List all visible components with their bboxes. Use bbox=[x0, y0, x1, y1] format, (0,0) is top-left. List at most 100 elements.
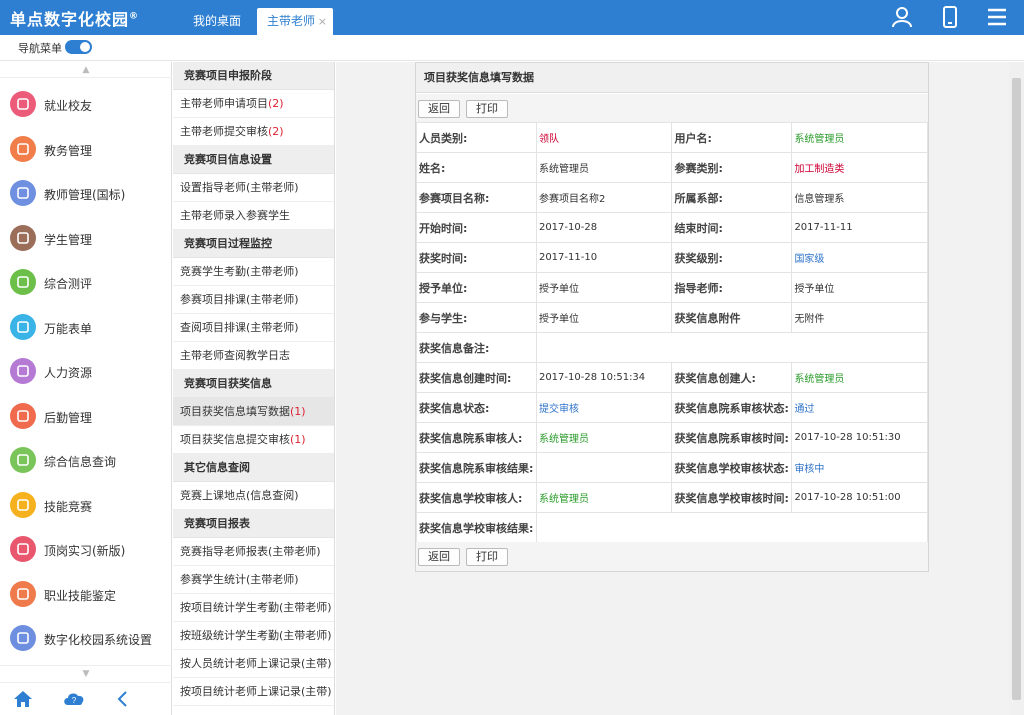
field-label: 所属系部: bbox=[671, 182, 793, 213]
field-value: 审核中 bbox=[791, 452, 928, 483]
submenu-label: 竞赛项目过程监控 bbox=[184, 237, 272, 250]
submenu-item[interactable]: 按人员统计老师上课记录(主带) bbox=[173, 650, 334, 678]
submenu-count: (1) bbox=[290, 405, 306, 418]
submenu-item[interactable]: 参赛学生统计(主带老师) bbox=[173, 566, 334, 594]
submenu-label: 设置指导老师(主带老师) bbox=[180, 181, 299, 194]
field-label: 获奖时间: bbox=[416, 242, 537, 273]
detail-row: 获奖时间: 2017-11-10 获奖级别: 国家级 bbox=[416, 242, 928, 273]
field-label: 获奖信息院系审核人: bbox=[416, 422, 537, 453]
top-bar: 单点数字化校园® 我的桌面 主带老师 × bbox=[0, 0, 1024, 35]
sidebar-item-icon bbox=[10, 313, 36, 340]
submenu-item[interactable]: 主带老师提交审核(2) bbox=[173, 118, 334, 146]
detail-row: 获奖信息学校审核结果: bbox=[416, 512, 929, 543]
detail-row: 开始时间: 2017-10-28 结束时间: 2017-11-11 bbox=[416, 212, 928, 243]
user-icon[interactable] bbox=[889, 5, 915, 29]
sidebar-item-label: 学生管理 bbox=[44, 232, 93, 247]
scroll-down-icon[interactable]: ▼ bbox=[0, 665, 172, 681]
menu-icon[interactable] bbox=[984, 5, 1010, 29]
sidebar-item[interactable]: 就业校友 bbox=[0, 84, 172, 128]
field-value: 授予单位 bbox=[535, 272, 673, 303]
submenu-label: 按项目统计学生考勤(主带老师) bbox=[180, 601, 332, 614]
submenu-item[interactable]: 按项目统计老师上课记录(主带) bbox=[173, 678, 334, 706]
back-button[interactable]: 返回 bbox=[418, 100, 460, 118]
submenu-item[interactable]: 竞赛学生考勤(主带老师) bbox=[173, 258, 334, 286]
home-icon[interactable] bbox=[12, 689, 34, 712]
submenu-item[interactable]: 主带老师申请项目(2) bbox=[173, 90, 334, 118]
submenu-item[interactable]: 主带老师查阅教学日志 bbox=[173, 342, 334, 370]
field-label: 参赛类别: bbox=[671, 152, 793, 183]
sidebar-item-label: 技能竞赛 bbox=[44, 499, 93, 514]
sidebar-item[interactable]: 技能竞赛 bbox=[0, 485, 172, 529]
submenu-item[interactable]: 设置指导老师(主带老师) bbox=[173, 174, 334, 202]
field-value: 国家级 bbox=[791, 242, 928, 273]
submenu-section-header: 竞赛项目过程监控 bbox=[173, 230, 334, 258]
sidebar-item-icon bbox=[10, 135, 36, 162]
sidebar-item[interactable]: 后勤管理 bbox=[0, 396, 172, 440]
sidebar-item[interactable]: 职业技能鉴定 bbox=[0, 574, 172, 618]
sidebar-item[interactable]: 顶岗实习(新版) bbox=[0, 529, 172, 573]
field-value: 系统管理员 bbox=[535, 482, 673, 513]
sidebar-item-label: 人力资源 bbox=[44, 366, 93, 380]
scrollbar-thumb[interactable] bbox=[1012, 78, 1021, 700]
sidebar-item-label: 教务管理 bbox=[44, 143, 93, 158]
tab-lead-teacher[interactable]: 主带老师 × bbox=[257, 8, 333, 35]
detail-panel: 项目获奖信息填写数据 返回 打印 人员类别: 领队 用户名: 系统管理员 姓名: 系统管理… bbox=[415, 62, 929, 572]
print-button[interactable]: 打印 bbox=[466, 100, 508, 118]
field-value: 授予单位 bbox=[791, 272, 928, 303]
sidebar-item-icon bbox=[10, 491, 36, 518]
svg-text:?: ? bbox=[72, 696, 77, 705]
close-icon[interactable]: × bbox=[318, 8, 327, 35]
submenu-item[interactable]: 项目获奖信息提交审核(1) bbox=[173, 426, 334, 454]
sidebar-item[interactable]: 教师管理(国标) bbox=[0, 173, 172, 217]
submenu-item[interactable]: 按班级统计学生考勤(主带老师) bbox=[173, 622, 334, 650]
field-value bbox=[535, 512, 929, 543]
field-value bbox=[535, 332, 929, 363]
field-value: 系统管理员 bbox=[791, 122, 928, 153]
field-value: 参赛项目名称2 bbox=[535, 182, 673, 213]
collapse-icon[interactable] bbox=[115, 689, 131, 712]
field-value: 加工制造类 bbox=[791, 152, 928, 183]
detail-row: 参赛项目名称: 参赛项目名称2 所属系部: 信息管理系 bbox=[416, 182, 928, 213]
field-value: 无附件 bbox=[791, 302, 928, 333]
scroll-up-icon[interactable]: ▲ bbox=[0, 62, 172, 78]
field-value: 2017-10-28 10:51:00 bbox=[791, 482, 928, 513]
submenu-section-header: 竞赛项目获奖信息 bbox=[173, 370, 334, 398]
sidebar: ▲ 就业校友教务管理教师管理(国标) 学生管理综合测评 万能表单人力资源后勤管理 综合… bbox=[0, 62, 172, 715]
sidebar-item-icon bbox=[10, 536, 36, 562]
sidebar-item[interactable]: 学生管理 bbox=[0, 218, 172, 262]
tab-my-desktop[interactable]: 我的桌面 bbox=[178, 8, 256, 35]
field-label: 姓名: bbox=[416, 152, 537, 183]
field-label: 获奖信息备注: bbox=[416, 332, 537, 363]
sidebar-item[interactable]: 综合测评 bbox=[0, 262, 172, 306]
sidebar-item[interactable]: 综合信息查询 bbox=[0, 440, 172, 484]
sidebar-item-icon bbox=[10, 580, 36, 607]
submenu-item[interactable]: 竞赛指导老师报表(主带老师) bbox=[173, 538, 334, 566]
submenu-item[interactable]: 按项目统计学生考勤(主带老师) bbox=[173, 594, 334, 622]
print-button-bottom[interactable]: 打印 bbox=[466, 548, 508, 566]
sidebar-item-icon bbox=[10, 180, 36, 206]
help-icon[interactable]: ? bbox=[62, 689, 86, 712]
submenu-label: 主带老师录入参赛学生 bbox=[180, 209, 290, 222]
submenu-item[interactable]: 参赛项目排课(主带老师) bbox=[173, 286, 334, 314]
nav-menu-toggle[interactable] bbox=[65, 40, 92, 54]
submenu-label: 主带老师提交审核 bbox=[180, 125, 268, 138]
submenu-label: 竞赛项目获奖信息 bbox=[184, 377, 272, 390]
field-label: 获奖信息学校审核结果: bbox=[416, 512, 537, 543]
sidebar-item[interactable]: 教务管理 bbox=[0, 129, 172, 173]
sidebar-item[interactable]: 人力资源 bbox=[0, 351, 172, 395]
sidebar-item-icon bbox=[10, 447, 36, 473]
field-label: 参赛项目名称: bbox=[416, 182, 537, 213]
submenu-item[interactable]: 查阅项目排课(主带老师) bbox=[173, 314, 334, 342]
mobile-icon[interactable] bbox=[937, 5, 963, 29]
submenu-label: 按班级统计学生考勤(主带老师) bbox=[180, 629, 332, 642]
sidebar-item[interactable]: 数字化校园系统设置 bbox=[0, 618, 172, 662]
field-label: 获奖信息创建时间: bbox=[416, 362, 537, 393]
submenu-item[interactable]: 竞赛上课地点(信息查阅) bbox=[173, 482, 334, 510]
back-button-bottom[interactable]: 返回 bbox=[418, 548, 460, 566]
submenu-item[interactable]: 主带老师录入参赛学生 bbox=[173, 202, 334, 230]
field-value: 2017-10-28 bbox=[535, 212, 673, 243]
panel-title: 项目获奖信息填写数据 bbox=[416, 63, 928, 93]
submenu-section-header: 竞赛项目申报阶段 bbox=[173, 62, 334, 90]
sidebar-item[interactable]: 万能表单 bbox=[0, 307, 172, 351]
submenu-item[interactable]: 项目获奖信息填写数据(1) bbox=[173, 398, 334, 426]
